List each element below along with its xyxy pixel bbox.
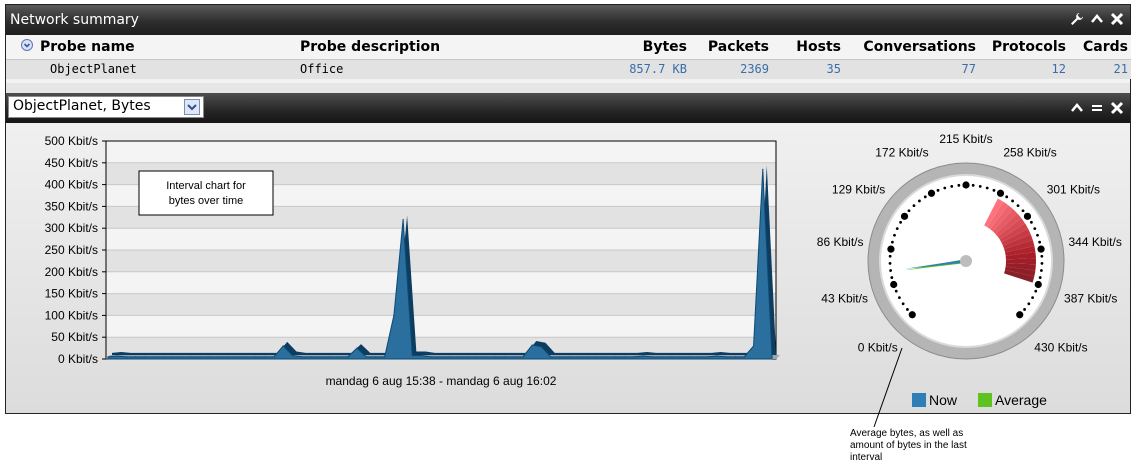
gauge-annotation: Average bytes, as well as amount of byte… [850,428,967,463]
gauge-callout-line [873,347,903,428]
annotation-layer [873,347,903,428]
